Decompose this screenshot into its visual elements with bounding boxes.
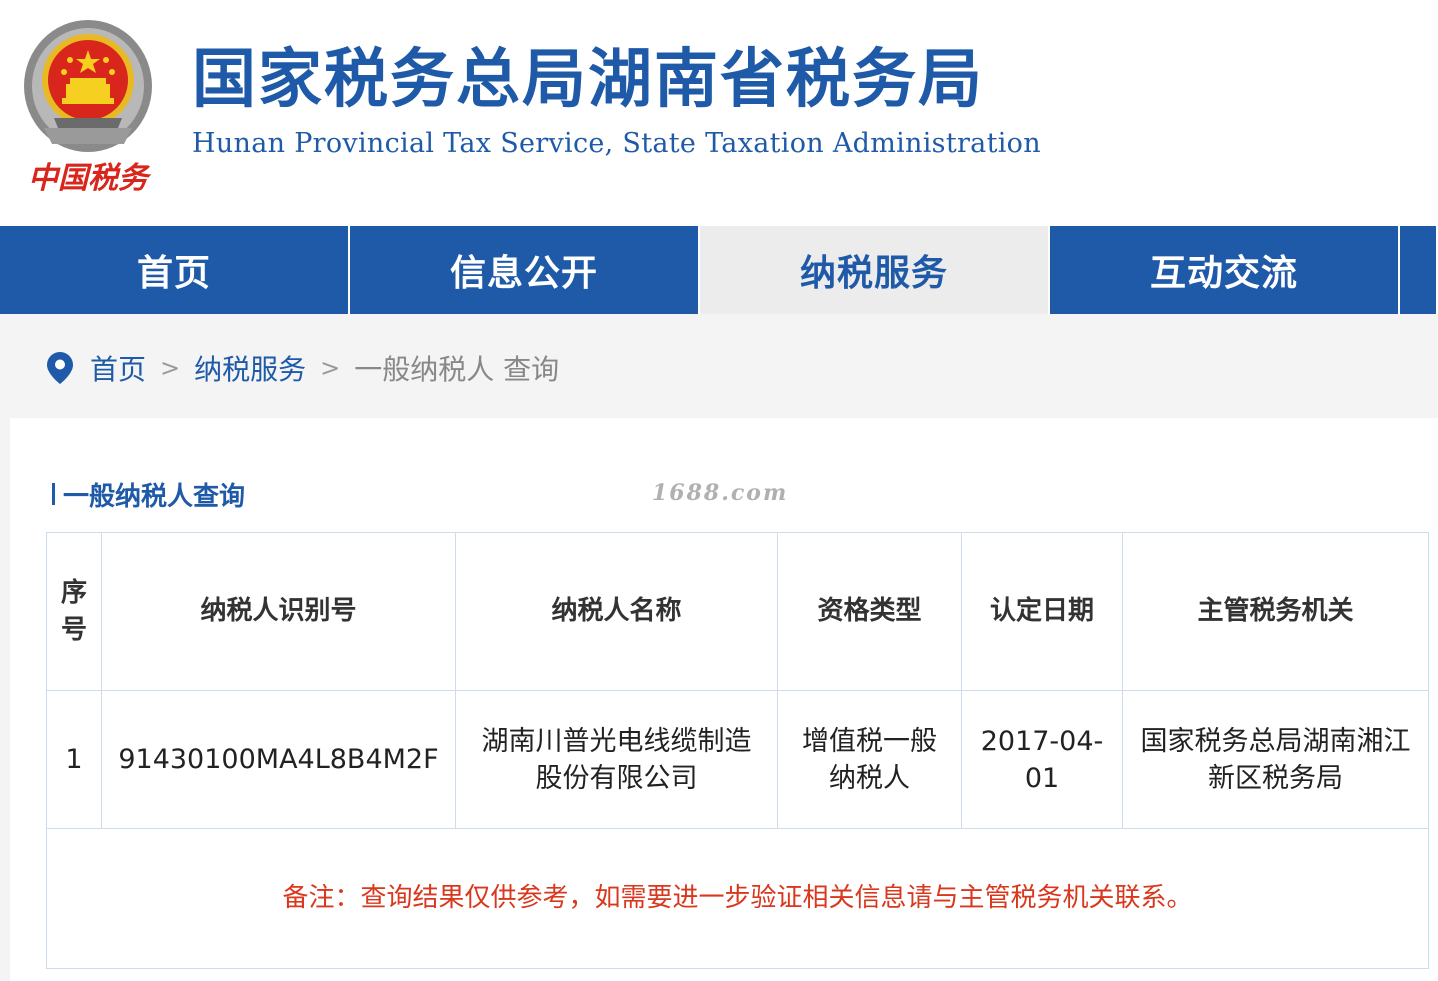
cell-taxpayer-name: 湖南川普光电线缆制造股份有限公司 bbox=[455, 690, 778, 829]
site-title-cn: 国家税务总局湖南省税务局 bbox=[192, 43, 984, 117]
main-nav: 首页 信息公开 纳税服务 互动交流 bbox=[0, 226, 1438, 314]
site-title-en: Hunan Provincial Tax Service, State Taxa… bbox=[192, 128, 1041, 159]
tax-emblem-logo[interactable]: 中国税务 bbox=[14, 10, 162, 198]
cell-seq: 1 bbox=[46, 690, 102, 829]
location-pin-icon bbox=[47, 352, 73, 384]
header-certification-date: 认定日期 bbox=[961, 532, 1123, 691]
table-row: 1 91430100MA4L8B4M2F 湖南川普光电线缆制造股份有限公司 增值… bbox=[46, 690, 1429, 829]
nav-item-home[interactable]: 首页 bbox=[0, 226, 350, 314]
result-table: 序号 纳税人识别号 纳税人名称 资格类型 认定日期 主管税务机关 1 91430… bbox=[46, 532, 1429, 969]
nav-item-more[interactable] bbox=[1400, 226, 1438, 314]
content-panel: 一般纳税人查询 1688.com 序号 纳税人识别号 纳税人名称 资格类型 认定… bbox=[10, 418, 1438, 981]
nav-item-info-disclosure[interactable]: 信息公开 bbox=[350, 226, 700, 314]
table-header-row: 序号 纳税人识别号 纳税人名称 资格类型 认定日期 主管税务机关 bbox=[46, 532, 1429, 691]
breadcrumb-separator: > bbox=[160, 354, 181, 382]
header-qualification-type: 资格类型 bbox=[777, 532, 962, 691]
breadcrumb: 首页 > 纳税服务 > 一般纳税人 查询 bbox=[46, 340, 559, 396]
section-title: 一般纳税人查询 bbox=[52, 478, 246, 512]
section-title-bar bbox=[52, 483, 55, 505]
nav-item-tax-service[interactable]: 纳税服务 bbox=[700, 226, 1050, 314]
breadcrumb-separator: > bbox=[320, 354, 341, 382]
header-taxpayer-id: 纳税人识别号 bbox=[101, 532, 456, 691]
breadcrumb-tax-service[interactable]: 纳税服务 bbox=[194, 348, 306, 388]
cell-tax-authority: 国家税务总局湖南湘江新区税务局 bbox=[1122, 690, 1429, 829]
header-seq: 序号 bbox=[46, 532, 102, 691]
section-title-text: 一般纳税人查询 bbox=[63, 481, 246, 512]
site-header: 中国税务 国家税务总局湖南省税务局 Hunan Provincial Tax S… bbox=[0, 0, 1438, 226]
cell-taxpayer-id: 91430100MA4L8B4M2F bbox=[101, 690, 456, 829]
cell-qualification-type: 增值税一般纳税人 bbox=[777, 690, 962, 829]
svg-text:中国税务: 中国税务 bbox=[28, 161, 152, 196]
watermark: 1688.com bbox=[652, 480, 789, 506]
cell-certification-date: 2017-04-01 bbox=[961, 690, 1123, 829]
breadcrumb-current: 一般纳税人 查询 bbox=[354, 353, 560, 386]
header-taxpayer-name: 纳税人名称 bbox=[455, 532, 778, 691]
header-tax-authority: 主管税务机关 bbox=[1122, 532, 1429, 691]
table-note-row: 备注：查询结果仅供参考，如需要进一步验证相关信息请与主管税务机关联系。 bbox=[46, 828, 1429, 969]
breadcrumb-home[interactable]: 首页 bbox=[90, 348, 146, 388]
nav-item-interaction[interactable]: 互动交流 bbox=[1050, 226, 1400, 314]
note-text: 备注：查询结果仅供参考，如需要进一步验证相关信息请与主管税务机关联系。 bbox=[46, 828, 1429, 969]
